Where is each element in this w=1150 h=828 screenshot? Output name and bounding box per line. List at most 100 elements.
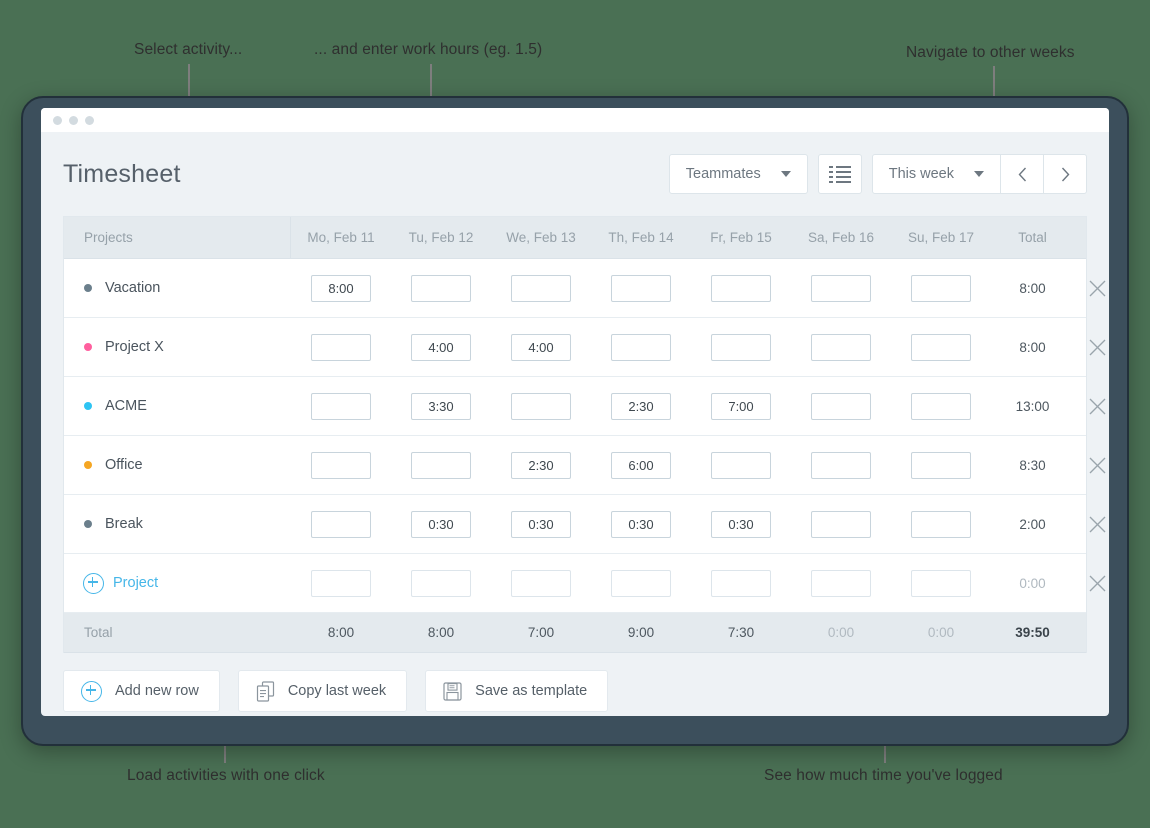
- page-title: Timesheet: [63, 159, 181, 188]
- delete-row-button[interactable]: [1074, 280, 1109, 297]
- time-input[interactable]: [711, 451, 771, 479]
- close-icon[interactable]: [1089, 339, 1106, 356]
- time-input[interactable]: [511, 510, 571, 538]
- time-cell: [591, 274, 691, 302]
- time-input[interactable]: [411, 333, 471, 361]
- time-input[interactable]: [911, 569, 971, 597]
- project-color-dot: [84, 284, 92, 292]
- column-header-day: Mo, Feb 11: [307, 230, 375, 245]
- time-input[interactable]: [411, 451, 471, 479]
- time-cell: [891, 392, 991, 420]
- week-navigator: This week: [871, 154, 1087, 194]
- project-cell[interactable]: Project X: [64, 339, 291, 355]
- time-input[interactable]: [311, 392, 371, 420]
- totals-day-value: 0:00: [827, 625, 855, 640]
- time-input[interactable]: [811, 451, 871, 479]
- add-new-row-button[interactable]: Add new row: [63, 670, 220, 712]
- time-input[interactable]: [611, 510, 671, 538]
- delete-row-button[interactable]: [1074, 398, 1109, 415]
- time-cell: [891, 510, 991, 538]
- time-cell: [291, 510, 391, 538]
- project-cell[interactable]: Office: [64, 457, 291, 473]
- time-input[interactable]: [911, 451, 971, 479]
- project-cell[interactable]: Break: [64, 516, 291, 532]
- time-input[interactable]: [811, 333, 871, 361]
- time-input[interactable]: [611, 274, 671, 302]
- close-icon[interactable]: [1089, 398, 1106, 415]
- close-icon[interactable]: [1089, 575, 1106, 592]
- window-close-dot[interactable]: [53, 115, 62, 125]
- time-input[interactable]: [711, 274, 771, 302]
- time-input[interactable]: [511, 274, 571, 302]
- time-input[interactable]: [711, 333, 771, 361]
- totals-day-value: 7:30: [727, 625, 755, 640]
- time-input[interactable]: [911, 392, 971, 420]
- window-maximize-dot[interactable]: [85, 115, 94, 125]
- time-input[interactable]: [711, 569, 771, 597]
- time-cell: [391, 333, 491, 361]
- time-input[interactable]: [911, 333, 971, 361]
- time-input[interactable]: [511, 392, 571, 420]
- time-input[interactable]: [711, 392, 771, 420]
- time-input[interactable]: [911, 274, 971, 302]
- time-input[interactable]: [911, 510, 971, 538]
- table-row: Office 8:30: [64, 436, 1105, 495]
- table-header-row: Projects Mo, Feb 11 Tu, Feb 12 We, Feb 1…: [64, 217, 1086, 259]
- time-input[interactable]: [511, 451, 571, 479]
- teammates-dropdown[interactable]: Teammates: [668, 154, 808, 194]
- time-input[interactable]: [711, 510, 771, 538]
- close-icon[interactable]: [1089, 280, 1106, 297]
- time-input[interactable]: [311, 451, 371, 479]
- time-cell: [491, 392, 591, 420]
- delete-row-button[interactable]: [1074, 339, 1109, 356]
- time-input[interactable]: [811, 510, 871, 538]
- time-input[interactable]: [611, 569, 671, 597]
- delete-row-button[interactable]: [1074, 516, 1109, 533]
- time-input[interactable]: [311, 274, 371, 302]
- week-dropdown[interactable]: This week: [873, 155, 1000, 193]
- column-header-projects: Projects: [84, 230, 133, 245]
- delete-row-button[interactable]: [1074, 575, 1109, 592]
- save-as-template-button[interactable]: Save as template: [425, 670, 609, 712]
- previous-week-button[interactable]: [1000, 155, 1043, 193]
- project-name: Project X: [105, 339, 164, 355]
- time-input[interactable]: [811, 569, 871, 597]
- totals-day-value: 9:00: [627, 625, 655, 640]
- row-total: 2:00: [1019, 516, 1046, 532]
- time-input[interactable]: [411, 274, 471, 302]
- close-icon[interactable]: [1089, 457, 1106, 474]
- table-row: Project X 8:00: [64, 318, 1105, 377]
- browser-viewport: Timesheet Teammates This week Projects M…: [41, 108, 1109, 716]
- time-input[interactable]: [511, 333, 571, 361]
- time-input[interactable]: [611, 333, 671, 361]
- plus-circle-icon: [81, 680, 102, 702]
- list-view-button[interactable]: [817, 154, 862, 194]
- delete-row-button[interactable]: [1074, 457, 1109, 474]
- time-input[interactable]: [411, 392, 471, 420]
- save-as-template-label: Save as template: [475, 683, 588, 699]
- time-input[interactable]: [611, 392, 671, 420]
- time-cell: [491, 333, 591, 361]
- window-minimize-dot[interactable]: [69, 115, 78, 125]
- time-input[interactable]: [411, 569, 471, 597]
- close-icon[interactable]: [1089, 516, 1106, 533]
- time-input[interactable]: [611, 451, 671, 479]
- time-input[interactable]: [311, 569, 371, 597]
- time-input[interactable]: [511, 569, 571, 597]
- next-week-button[interactable]: [1043, 155, 1086, 193]
- time-input[interactable]: [311, 333, 371, 361]
- time-cell: [891, 274, 991, 302]
- project-cell[interactable]: ACME: [64, 398, 291, 414]
- add-project-cell[interactable]: Project: [64, 572, 291, 594]
- time-cell: [391, 510, 491, 538]
- time-input[interactable]: [311, 510, 371, 538]
- copy-last-week-button[interactable]: Copy last week: [237, 670, 408, 712]
- time-input[interactable]: [811, 274, 871, 302]
- time-input[interactable]: [811, 392, 871, 420]
- project-cell[interactable]: Vacation: [64, 280, 291, 296]
- time-cell: [591, 451, 691, 479]
- project-color-dot: [84, 461, 92, 469]
- project-color-dot: [84, 402, 92, 410]
- time-input[interactable]: [411, 510, 471, 538]
- annotation-time-logged: See how much time you've logged: [764, 767, 1003, 784]
